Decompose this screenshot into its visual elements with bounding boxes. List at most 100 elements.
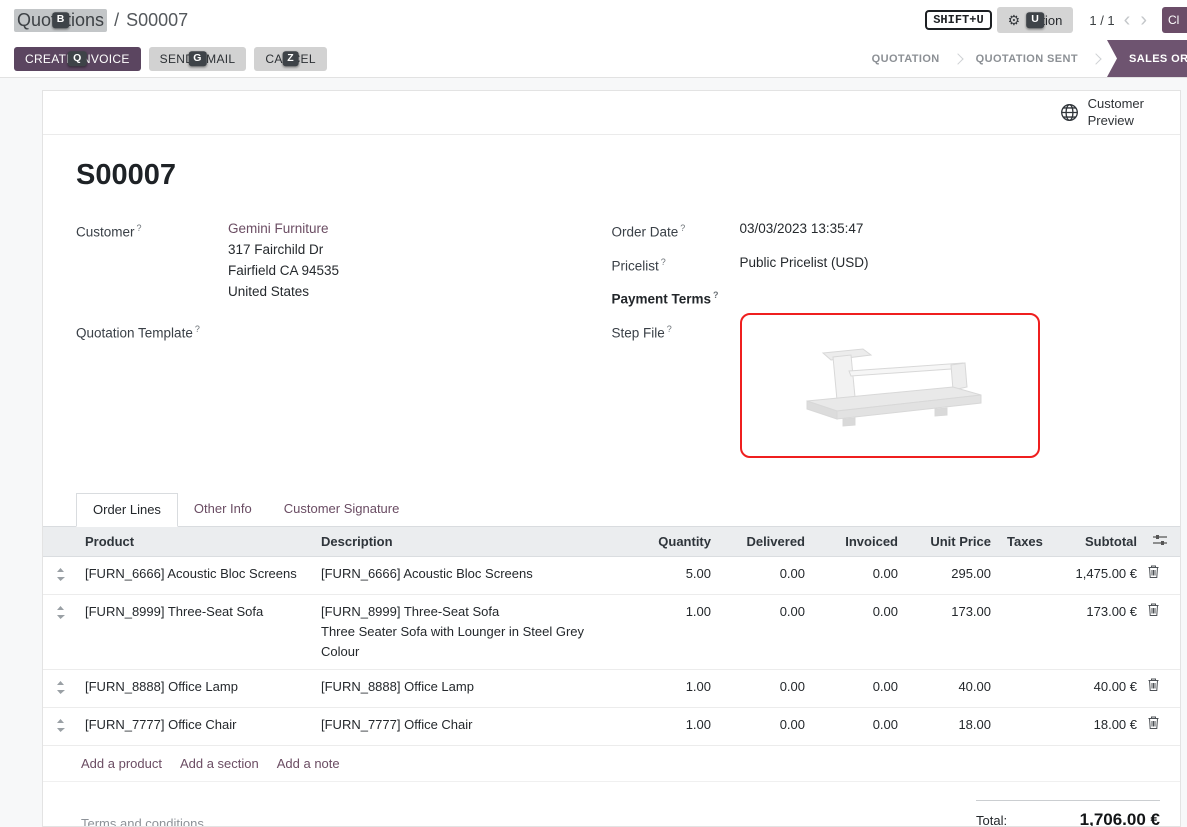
add-note-link[interactable]: Add a note <box>277 756 340 771</box>
cell-product[interactable]: [FURN_8888] Office Lamp <box>77 669 313 707</box>
pricelist-value[interactable]: Public Pricelist (USD) <box>740 252 869 277</box>
order-lines-table: Product Description Quantity Delivered I… <box>43 527 1180 746</box>
cell-quantity[interactable]: 5.00 <box>629 556 719 594</box>
next-page-button[interactable]: › <box>1135 10 1152 30</box>
cell-quantity[interactable]: 1.00 <box>629 594 719 669</box>
cell-taxes[interactable] <box>999 707 1047 745</box>
help-icon: ? <box>667 324 672 334</box>
drag-handle-icon <box>56 606 65 619</box>
cell-unit-price[interactable]: 173.00 <box>906 594 999 669</box>
delete-line-button[interactable] <box>1145 594 1180 669</box>
help-icon: ? <box>137 223 142 233</box>
close-button[interactable]: Cl <box>1162 7 1187 33</box>
cell-delivered[interactable]: 0.00 <box>719 669 813 707</box>
drag-handle[interactable] <box>43 594 77 669</box>
customer-preview-label: Customer Preview <box>1088 96 1144 129</box>
gear-icon: ⚙ <box>1008 12 1021 29</box>
terms-and-conditions-input[interactable]: Terms and conditions... <box>81 816 215 827</box>
content-area: Customer Preview S00007 Customer? Gemini… <box>0 78 1187 827</box>
tab-customer-signature[interactable]: Customer Signature <box>268 493 416 526</box>
trash-icon <box>1148 716 1159 729</box>
cell-delivered[interactable]: 0.00 <box>719 594 813 669</box>
prev-page-button[interactable]: ‹ <box>1119 10 1136 30</box>
trash-icon <box>1148 678 1159 691</box>
table-row: [FURN_8999] Three-Seat Sofa [FURN_8999] … <box>43 594 1180 669</box>
cell-product[interactable]: [FURN_7777] Office Chair <box>77 707 313 745</box>
field-grid: Customer? Gemini Furniture 317 Fairchild… <box>76 218 1147 467</box>
table-row: [FURN_7777] Office Chair [FURN_7777] Off… <box>43 707 1180 745</box>
send-email-button[interactable]: SEND EMAIL G <box>149 47 247 71</box>
cell-subtotal: 173.00 € <box>1047 594 1145 669</box>
cell-invoiced[interactable]: 0.00 <box>813 594 906 669</box>
order-date-label: Order Date? <box>612 218 740 243</box>
action-menu-button[interactable]: ⚙ Action U <box>997 7 1074 33</box>
drag-handle[interactable] <box>43 707 77 745</box>
help-icon: ? <box>195 324 200 334</box>
cell-description[interactable]: [FURN_8888] Office Lamp <box>313 669 629 707</box>
cell-delivered[interactable]: 0.00 <box>719 556 813 594</box>
cell-description[interactable]: [FURN_8999] Three-Seat SofaThree Seater … <box>313 594 629 669</box>
cell-taxes[interactable] <box>999 594 1047 669</box>
cell-delivered[interactable]: 0.00 <box>719 707 813 745</box>
chevron-left-icon: ‹ <box>1124 9 1131 31</box>
create-invoice-button[interactable]: CREATE INVOICE Q <box>14 47 141 71</box>
top-bar-right: SHIFT+U ⚙ Action U 1 / 1 ‹ › Cl <box>925 0 1187 40</box>
customer-link[interactable]: Gemini Furniture <box>228 221 329 236</box>
total-section: Total: 1,706.00 € <box>976 800 1160 827</box>
cancel-button[interactable]: CANCEL Z <box>254 47 326 71</box>
pager: 1 / 1 <box>1089 13 1114 28</box>
step-file-preview[interactable] <box>740 313 1040 458</box>
control-bar: CREATE INVOICE Q SEND EMAIL G CANCEL Z Q… <box>0 40 1187 78</box>
breadcrumb-quotations[interactable]: Quotations B <box>14 9 107 32</box>
status-step-quotation[interactable]: QUOTATION <box>857 53 955 65</box>
shortcut-hint-badge: SHIFT+U <box>925 10 991 30</box>
cell-product[interactable]: [FURN_6666] Acoustic Bloc Screens <box>77 556 313 594</box>
page-title: S00007 <box>76 159 1147 192</box>
cell-unit-price[interactable]: 18.00 <box>906 707 999 745</box>
customer-address-line: 317 Fairchild Dr <box>228 239 339 260</box>
cell-invoiced[interactable]: 0.00 <box>813 556 906 594</box>
drag-handle[interactable] <box>43 669 77 707</box>
help-icon: ? <box>661 257 666 267</box>
total-value: 1,706.00 € <box>1080 810 1160 827</box>
field-step-file: Step File? <box>612 319 1148 458</box>
status-step-quotation-sent[interactable]: QUOTATION SENT <box>961 53 1093 65</box>
pricelist-label: Pricelist? <box>612 252 740 277</box>
globe-icon <box>1060 103 1079 122</box>
customer-preview-link[interactable]: Customer Preview <box>1060 96 1144 129</box>
cell-unit-price[interactable]: 40.00 <box>906 669 999 707</box>
column-header-product: Product <box>77 527 313 557</box>
add-product-link[interactable]: Add a product <box>81 756 162 771</box>
cell-quantity[interactable]: 1.00 <box>629 707 719 745</box>
drag-handle-icon <box>56 568 65 581</box>
cell-invoiced[interactable]: 0.00 <box>813 707 906 745</box>
delete-line-button[interactable] <box>1145 707 1180 745</box>
cell-taxes[interactable] <box>999 669 1047 707</box>
optional-columns-button[interactable] <box>1145 527 1180 557</box>
total-label: Total: <box>976 813 1007 827</box>
column-header-unit-price: Unit Price <box>906 527 999 557</box>
field-order-date: Order Date? 03/03/2023 13:35:47 <box>612 218 1148 243</box>
tab-other-info[interactable]: Other Info <box>178 493 268 526</box>
cell-description[interactable]: [FURN_7777] Office Chair <box>313 707 629 745</box>
order-date-value[interactable]: 03/03/2023 13:35:47 <box>740 218 864 243</box>
delete-line-button[interactable] <box>1145 556 1180 594</box>
tab-order-lines[interactable]: Order Lines <box>76 493 178 527</box>
delete-line-button[interactable] <box>1145 669 1180 707</box>
drag-handle[interactable] <box>43 556 77 594</box>
status-step-sales-order[interactable]: SALES ORDER <box>1107 40 1187 77</box>
cell-taxes[interactable] <box>999 556 1047 594</box>
top-bar: Quotations B / S00007 SHIFT+U ⚙ Action U… <box>0 0 1187 40</box>
cell-invoiced[interactable]: 0.00 <box>813 669 906 707</box>
drag-handle-icon <box>56 681 65 694</box>
cell-quantity[interactable]: 1.00 <box>629 669 719 707</box>
cell-product[interactable]: [FURN_8999] Three-Seat Sofa <box>77 594 313 669</box>
field-payment-terms: Payment Terms? <box>612 285 1148 310</box>
column-sliders-icon <box>1153 534 1167 546</box>
cell-unit-price[interactable]: 295.00 <box>906 556 999 594</box>
add-section-link[interactable]: Add a section <box>180 756 259 771</box>
notebook-tabs: Order Lines Other Info Customer Signatur… <box>43 493 1180 527</box>
field-customer: Customer? Gemini Furniture 317 Fairchild… <box>76 218 612 302</box>
cell-description[interactable]: [FURN_6666] Acoustic Bloc Screens <box>313 556 629 594</box>
sheet-footer: Terms and conditions... Total: 1,706.00 … <box>43 782 1180 827</box>
